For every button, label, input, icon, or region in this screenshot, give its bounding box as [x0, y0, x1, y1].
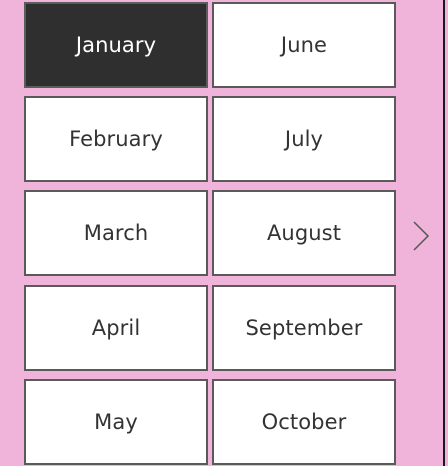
- month-tile-may[interactable]: May: [24, 379, 208, 465]
- month-tile-august[interactable]: August: [212, 190, 396, 276]
- month-tile-june[interactable]: June: [212, 2, 396, 88]
- month-tile-february[interactable]: February: [24, 96, 208, 182]
- month-tile-september[interactable]: September: [212, 285, 396, 371]
- month-tile-july[interactable]: July: [212, 96, 396, 182]
- month-grid: January February March April May June Ju…: [24, 2, 396, 466]
- month-tile-april[interactable]: April: [24, 285, 208, 371]
- month-tile-march[interactable]: March: [24, 190, 208, 276]
- chevron-right-icon[interactable]: [408, 218, 434, 254]
- month-tile-january[interactable]: January: [24, 2, 208, 88]
- month-tile-october[interactable]: October: [212, 379, 396, 465]
- panel-divider: [443, 0, 445, 466]
